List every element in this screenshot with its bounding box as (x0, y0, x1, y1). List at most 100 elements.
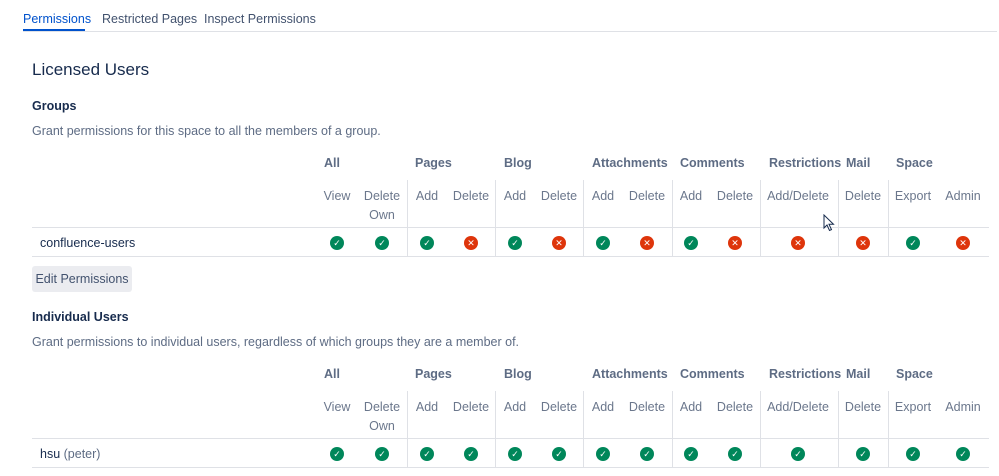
row-name-primary: confluence-users (40, 236, 136, 250)
check-circle-icon: ✓ (684, 236, 698, 250)
permission-row-name: hsu (peter) (40, 447, 100, 461)
column-sub-header: Add (591, 189, 615, 203)
column-sub-header: Delete (452, 400, 490, 414)
check-circle-icon: ✓ (330, 447, 344, 461)
column-sub-header: Delete (628, 400, 666, 414)
column-sub-header: Delete (844, 189, 882, 203)
column-group-header: All (324, 367, 340, 381)
tab-permissions[interactable]: Permissions (23, 12, 91, 26)
column-sub-header: Add (503, 189, 527, 203)
column-group-header: Restrictions (769, 156, 842, 170)
column-sub-header: View (323, 400, 351, 414)
column-sub-header: Delete (716, 189, 754, 203)
check-circle-icon: ✓ (596, 447, 610, 461)
column-divider (838, 180, 839, 256)
check-circle-icon: ✓ (464, 447, 478, 461)
column-sub-header: Delete Own (363, 400, 401, 433)
column-sub-header: Delete Own (363, 189, 401, 222)
column-divider (760, 391, 761, 467)
column-sub-header: Add (415, 400, 439, 414)
check-circle-icon: ✓ (596, 236, 610, 250)
individual-users-heading: Individual Users (32, 310, 129, 324)
check-circle-icon: ✓ (906, 236, 920, 250)
row-name-primary: hsu (40, 447, 61, 461)
cross-circle-icon: ✕ (640, 236, 654, 250)
column-group-header: Space (896, 367, 933, 381)
column-divider (760, 180, 761, 256)
tab-inspect-permissions[interactable]: Inspect Permissions (204, 12, 316, 26)
mouse-pointer-icon (823, 214, 835, 232)
check-circle-icon: ✓ (552, 447, 566, 461)
section-title: Licensed Users (32, 60, 150, 79)
edit-permissions-button[interactable]: Edit Permissions (32, 266, 132, 292)
check-circle-icon: ✓ (420, 447, 434, 461)
column-sub-header: Delete (716, 400, 754, 414)
row-divider (32, 467, 989, 468)
check-circle-icon: ✓ (791, 447, 805, 461)
column-divider (888, 180, 889, 256)
column-sub-header: Admin (945, 189, 981, 203)
column-divider (495, 180, 496, 256)
header-divider (32, 227, 989, 228)
column-group-header: Mail (846, 156, 871, 170)
column-sub-header: Delete (628, 189, 666, 203)
column-group-header: Comments (680, 156, 745, 170)
column-divider (583, 391, 584, 467)
row-name-secondary: (peter) (63, 447, 101, 461)
space-permissions-tabs: Permissions Restricted Pages Inspect Per… (23, 0, 997, 32)
column-group-header: All (324, 156, 340, 170)
check-circle-icon: ✓ (906, 447, 920, 461)
groups-description: Grant permissions for this space to all … (32, 124, 381, 138)
column-group-header: Space (896, 156, 933, 170)
cross-circle-icon: ✕ (728, 236, 742, 250)
cross-circle-icon: ✕ (464, 236, 478, 250)
row-divider (32, 256, 989, 257)
check-circle-icon: ✓ (330, 236, 344, 250)
check-circle-icon: ✓ (640, 447, 654, 461)
check-circle-icon: ✓ (375, 447, 389, 461)
column-group-header: Pages (415, 156, 452, 170)
column-group-header: Mail (846, 367, 871, 381)
check-circle-icon: ✓ (375, 236, 389, 250)
cross-circle-icon: ✕ (552, 236, 566, 250)
check-circle-icon: ✓ (508, 236, 522, 250)
column-sub-header: Delete (540, 400, 578, 414)
column-sub-header: View (323, 189, 351, 203)
column-sub-header: Add/Delete (767, 400, 829, 414)
column-group-header: Attachments (592, 367, 668, 381)
column-sub-header: Delete (540, 189, 578, 203)
cross-circle-icon: ✕ (791, 236, 805, 250)
column-sub-header: Export (894, 189, 932, 203)
check-circle-icon: ✓ (420, 236, 434, 250)
header-divider (32, 438, 989, 439)
tab-restricted-pages[interactable]: Restricted Pages (102, 12, 197, 26)
groups-heading: Groups (32, 99, 77, 113)
column-sub-header: Admin (945, 400, 981, 414)
column-divider (495, 391, 496, 467)
column-divider (888, 391, 889, 467)
column-divider (672, 391, 673, 467)
groups-permissions-table: All Pages Blog Attachments Comments Restricti… (32, 156, 989, 258)
column-sub-header: Add (591, 400, 615, 414)
cross-circle-icon: ✕ (956, 236, 970, 250)
check-circle-icon: ✓ (508, 447, 522, 461)
column-group-header: Attachments (592, 156, 668, 170)
column-sub-header: Add (679, 189, 703, 203)
cross-circle-icon: ✕ (856, 236, 870, 250)
column-sub-header: Add/Delete (767, 189, 829, 203)
permission-row-name: confluence-users (40, 236, 135, 250)
column-group-header: Pages (415, 367, 452, 381)
column-sub-header: Add (415, 189, 439, 203)
column-group-header: Blog (504, 156, 532, 170)
column-divider (583, 180, 584, 256)
column-divider (672, 180, 673, 256)
check-circle-icon: ✓ (956, 447, 970, 461)
column-divider (407, 391, 408, 467)
active-tab-indicator (23, 29, 85, 31)
column-divider (407, 180, 408, 256)
column-sub-header: Export (894, 400, 932, 414)
column-sub-header: Delete (844, 400, 882, 414)
column-sub-header: Add (503, 400, 527, 414)
individual-users-description: Grant permissions to individual users, r… (32, 335, 520, 349)
column-group-header: Comments (680, 367, 745, 381)
